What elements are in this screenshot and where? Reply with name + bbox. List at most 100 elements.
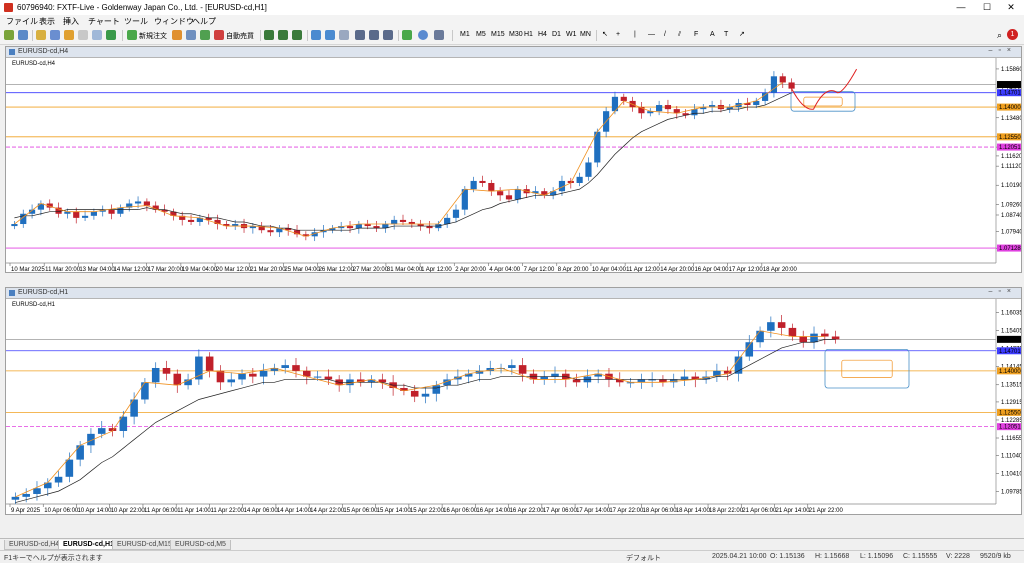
time-tick-label: 16 Apr 22:00 (510, 508, 545, 514)
candle-body (292, 365, 300, 371)
auto-trade-icon[interactable] (214, 30, 224, 40)
time-tick-label: 4 Apr 04:00 (489, 267, 520, 272)
price-tick-label: 1.09785 (1001, 490, 1021, 496)
metaeditor-icon[interactable] (172, 30, 182, 40)
price-tick-label: 1.13480 (1001, 116, 1021, 122)
price-chart-h4[interactable]: EURUSD-cd,H41.158601.149301.140001.13480… (6, 58, 1021, 272)
tf-m5[interactable]: M5 (474, 30, 488, 40)
search-icon[interactable] (106, 30, 116, 40)
tf-h4[interactable]: H4 (536, 30, 549, 40)
time-tick-label: 10 Apr 14:00 (77, 508, 112, 514)
profiles-icon[interactable] (18, 30, 28, 40)
scroll-end-icon[interactable] (355, 30, 365, 40)
close-icon[interactable]: ✕ (1002, 2, 1020, 13)
tf-m15[interactable]: M15 (489, 30, 507, 40)
zoom-out-icon[interactable] (325, 30, 335, 40)
price-chart-h1[interactable]: EURUSD-cd,H11.160351.154051.147751.14145… (6, 299, 1021, 514)
arrows-icon[interactable]: ↗ (737, 30, 747, 40)
time-tick-label: 9 Apr 2025 (11, 508, 41, 514)
tab-m5[interactable]: EURUSD-cd,M5 (170, 540, 231, 550)
candle-body (410, 390, 419, 397)
tf-w1[interactable]: W1 (564, 30, 579, 40)
crosshair-icon[interactable]: + (614, 30, 622, 40)
candle-body (508, 365, 516, 368)
signals-icon[interactable] (186, 30, 196, 40)
chart-window-controls[interactable]: –▫× (989, 47, 1017, 54)
vertical-line-icon[interactable]: | (632, 30, 638, 40)
price-tick-label: 1.13515 (1001, 383, 1021, 389)
new-chart-icon[interactable] (4, 30, 14, 40)
line-chart-icon[interactable] (292, 30, 302, 40)
add-object-icon[interactable] (402, 30, 412, 40)
tf-d1[interactable]: D1 (550, 30, 563, 40)
new-order-button[interactable]: 新規注文 (139, 31, 167, 41)
time-tick-label: 18 Apr 14:00 (676, 508, 711, 514)
data-window-icon[interactable] (50, 30, 60, 40)
periods-icon[interactable] (418, 30, 428, 40)
horizontal-line-icon[interactable]: — (646, 30, 657, 40)
navigator-icon[interactable] (64, 30, 74, 40)
tester-icon[interactable] (92, 30, 102, 40)
price-tag-label: 1.12051 (999, 425, 1021, 431)
menu-chart[interactable]: チャート (88, 16, 120, 27)
candle-body (33, 488, 41, 494)
candle-body (391, 219, 398, 225)
chart-window-h1[interactable]: EURUSD-cd,H1 –▫× EURUSD-cd,H1 1.16035 1.15… (5, 287, 1022, 515)
candle-body (767, 322, 775, 331)
price-tick-label: 1.16035 (1001, 311, 1021, 317)
indicators-icon[interactable] (383, 30, 393, 40)
candle-body (479, 180, 486, 183)
channel-icon[interactable]: ⫽ (676, 30, 683, 40)
candle-body (585, 162, 592, 177)
search-help-icon[interactable]: ⌕ (997, 30, 1002, 41)
tab-h4[interactable]: EURUSD-cd,H4 (4, 540, 65, 550)
chart-window-h4[interactable]: EURUSD-cd,H4 –▫× EURUSD-cd,H4 1.15860 1.14… (5, 46, 1022, 273)
tile-windows-icon[interactable] (339, 30, 349, 40)
time-tick-label: 11 Apr 22:00 (210, 508, 244, 514)
candle-chart-icon[interactable] (278, 30, 288, 40)
menu-file[interactable]: ファイル (6, 16, 38, 27)
time-tick-label: 16 Apr 04:00 (694, 267, 729, 272)
zoom-in-icon[interactable] (311, 30, 321, 40)
menu-help[interactable]: ヘルプ (192, 16, 216, 27)
candle-body (76, 445, 84, 460)
chart-icon (9, 49, 15, 55)
minimize-icon[interactable]: — (952, 2, 970, 13)
menu-insert[interactable]: 挿入 (63, 16, 79, 27)
tab-m15[interactable]: EURUSD-cd,M15 (112, 540, 177, 550)
time-tick-label: 14 Apr 14:00 (277, 508, 312, 514)
tf-h1[interactable]: H1 (522, 30, 535, 40)
chart-shift-icon[interactable] (369, 30, 379, 40)
text-icon[interactable]: A (708, 30, 717, 40)
fibonacci-icon[interactable]: F (692, 30, 700, 40)
bar-chart-icon[interactable] (264, 30, 274, 40)
chart-window-title: EURUSD-cd,H4 (18, 48, 69, 55)
maximize-icon[interactable]: ☐ (978, 2, 996, 13)
tab-h1[interactable]: EURUSD-cd,H1 (58, 540, 119, 550)
candle-body (656, 105, 663, 112)
tf-mn[interactable]: MN (578, 30, 593, 40)
trendline-icon[interactable]: / (662, 30, 668, 40)
market-watch-icon[interactable] (36, 30, 46, 40)
candle-body (346, 226, 354, 229)
label-icon[interactable]: T (722, 30, 730, 40)
menu-window[interactable]: ウィンドウ (154, 16, 194, 27)
time-tick-label: 2 Apr 20:00 (455, 267, 486, 272)
status-open: O: 1.15136 (770, 553, 805, 560)
vps-icon[interactable] (200, 30, 210, 40)
price-tag-label: 1.07128 (999, 246, 1021, 252)
auto-trade-button[interactable]: 自動売買 (226, 31, 254, 41)
time-tick-label: 11 Apr 12:00 (626, 267, 660, 272)
tf-m1[interactable]: M1 (458, 30, 472, 40)
new-order-icon[interactable] (127, 30, 137, 40)
time-tick-label: 14 Apr 20:00 (660, 267, 695, 272)
cursor-icon[interactable]: ↖ (600, 30, 610, 40)
terminal-icon[interactable] (78, 30, 88, 40)
menu-tools[interactable]: ツール (124, 16, 148, 27)
notification-icon[interactable]: 1 (1007, 29, 1018, 40)
chart-window-controls[interactable]: –▫× (989, 288, 1017, 295)
templates-icon[interactable] (434, 30, 444, 40)
candle-body (432, 385, 441, 394)
candle-body (518, 365, 527, 374)
menu-view[interactable]: 表示 (39, 16, 55, 27)
